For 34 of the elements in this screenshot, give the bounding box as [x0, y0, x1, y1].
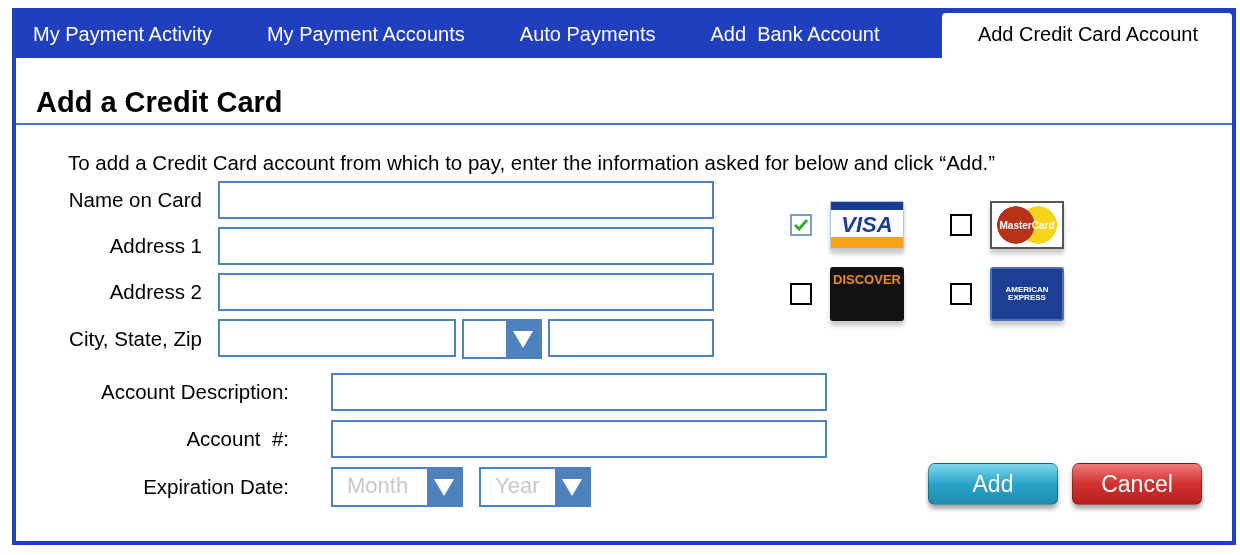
text-field[interactable]	[331, 420, 827, 458]
check-icon	[794, 219, 808, 231]
dropdown-arrow-icon	[433, 477, 455, 497]
field-label: Expiration Date:	[142, 475, 289, 499]
visa-card-logo: VISA	[830, 201, 904, 249]
text-field[interactable]	[548, 319, 714, 357]
checkbox[interactable]	[950, 214, 972, 236]
field-label: Address 2	[108, 280, 202, 304]
checkbox[interactable]	[790, 283, 812, 305]
amex-card-logo: AMERICAN EXPRESS	[990, 267, 1064, 321]
state-dropdown[interactable]	[461, 319, 542, 359]
tab[interactable]: My Payment Activity	[33, 23, 212, 58]
text-field[interactable]	[331, 373, 827, 411]
tab[interactable]: Auto Payments	[519, 23, 656, 58]
checkbox[interactable]	[950, 283, 972, 305]
dropdown-arrow-icon	[512, 329, 534, 349]
text-field[interactable]	[218, 181, 714, 219]
checkbox[interactable]	[790, 214, 812, 236]
text-field[interactable]	[218, 227, 714, 265]
field-label: Name on Card	[67, 188, 202, 212]
tab[interactable]: My Payment Accounts	[266, 23, 465, 58]
field-label: Address 1	[108, 234, 202, 258]
field-label: Account Description:	[100, 380, 289, 404]
tab[interactable]: Add Bank Account	[710, 23, 880, 58]
field-label: Account #:	[185, 427, 289, 451]
tab[interactable]: Add Credit Card Account	[941, 13, 1232, 58]
cancel-button[interactable]: Cancel	[1072, 463, 1202, 505]
text-field[interactable]	[218, 273, 714, 311]
page-title: Add a Credit Card	[16, 58, 1232, 125]
dropdown-arrow-icon	[561, 477, 583, 497]
instruction-text: To add a Credit Card account from which to pay, enter the information asked for below and click “Add.”	[68, 151, 997, 175]
text-field[interactable]	[218, 319, 456, 357]
field-label: City, State, Zip	[68, 327, 202, 351]
discover-card-logo: DISCOVER	[830, 267, 904, 321]
